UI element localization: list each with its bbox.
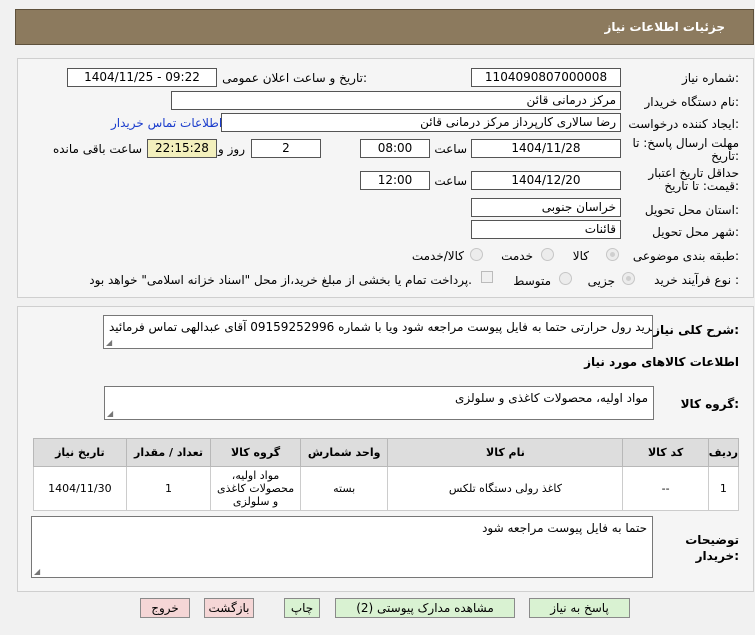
col-name: نام کالا (387, 438, 624, 467)
need-number-label: شماره نیاز: (681, 71, 739, 85)
print-button[interactable]: چاپ (284, 598, 320, 618)
goods-info-title: اطلاعات کالاهای مورد نیاز (584, 355, 739, 369)
col-code: کد کالا (622, 438, 709, 467)
goods-table: ردیف کد کالا نام کالا واحد شمارش گروه کا… (33, 438, 740, 511)
buyer-notes-textarea[interactable]: حتما به فایل پیوست مراجعه شود ◢ (31, 516, 653, 578)
days-field: 2 (251, 139, 321, 158)
col-row: ردیف (707, 438, 740, 467)
cell-qty: 1 (125, 466, 212, 511)
goods-table-header: ردیف کد کالا نام کالا واحد شمارش گروه کا… (33, 438, 740, 467)
back-button[interactable]: بازگشت (204, 598, 254, 618)
creator-field: رضا سالاری کارپرداز مرکز درمانی قائن (221, 113, 621, 132)
validity-time-field: 12:00 (360, 171, 430, 190)
deadline-time-label: ساعت (434, 142, 467, 156)
cell-code: -- (622, 466, 709, 511)
category-goods-radio[interactable] (606, 248, 619, 261)
remaining-label: ساعت باقی مانده (52, 142, 142, 156)
remaining-time-field: 22:15:28 (147, 139, 217, 158)
need-description-textarea[interactable]: خرید رول حرارتی حتما به فایل پیوست مراجع… (103, 315, 653, 349)
col-group: گروه کالا (210, 438, 301, 467)
city-label: شهر محل تحویل: (652, 225, 739, 239)
view-attachments-button[interactable]: مشاهده مدارک پیوستی (2) (335, 598, 515, 618)
page-header: جزئیات اطلاعات نیاز (15, 9, 754, 45)
category-label: طبقه بندی موضوعی: (632, 249, 739, 263)
deadline-label: مهلت ارسال پاسخ: تا تاریخ: (632, 136, 739, 163)
col-date: تاریخ نیاز (33, 438, 127, 467)
category-both-label: کالا/خدمت (411, 249, 464, 263)
cell-date: 1404/11/30 (33, 466, 127, 511)
province-field: خراسان جنوبی (471, 198, 621, 217)
cell-row: 1 (707, 466, 740, 511)
cell-group: مواد اولیه، محصولات کاغذی و سلولزی (210, 466, 301, 511)
need-description-label: شرح کلی نیاز: (653, 323, 739, 337)
purchase-minor-label: جزیی (587, 274, 615, 288)
goods-group-text: مواد اولیه، محصولات کاغذی و سلولزی (454, 391, 648, 405)
cell-unit: بسته (299, 466, 389, 511)
purchase-type-label: نوع فرآیند خرید : (654, 273, 739, 287)
province-label: استان محل تحویل: (644, 203, 739, 217)
days-label: روز و (218, 142, 245, 156)
purchase-medium-radio[interactable] (559, 272, 572, 285)
city-field: قائنات (471, 220, 621, 239)
creator-label: ایجاد کننده درخواست: (628, 117, 739, 131)
table-row: 1 -- کاغذ رولی دستگاه تلکس بسته مواد اول… (33, 466, 740, 511)
category-service-radio[interactable] (541, 248, 554, 261)
buyer-notes-label: توضیحات خریدار: (685, 533, 739, 563)
buyer-org-field: مرکز درمانی قائن (171, 91, 621, 110)
purchase-medium-label: متوسط (513, 274, 551, 288)
resize-grip-icon: ◢ (34, 567, 41, 576)
treasury-payment-checkbox[interactable] (481, 271, 493, 283)
category-both-radio[interactable] (470, 248, 483, 261)
need-number-field: 1104090807000008 (471, 68, 621, 87)
page-title: جزئیات اطلاعات نیاز (604, 20, 725, 34)
deadline-date-field: 1404/11/28 (471, 139, 621, 158)
validity-time-label: ساعت (434, 174, 467, 188)
resize-grip-icon: ◢ (106, 338, 113, 347)
buyer-contact-link[interactable]: اطلاعات تماس خریدار (111, 116, 222, 130)
purchase-minor-radio[interactable] (622, 272, 635, 285)
deadline-time-field: 08:00 (360, 139, 430, 158)
cell-name: کاغذ رولی دستگاه تلکس (387, 466, 624, 511)
goods-group-label: گروه کالا: (680, 397, 739, 411)
buyer-notes-text: حتما به فایل پیوست مراجعه شود (482, 521, 647, 535)
announce-label: تاریخ و ساعت اعلان عمومی: (222, 71, 367, 85)
validity-label: حداقل تاریخ اعتبار قیمت: تا تاریخ: (648, 166, 739, 193)
need-description-text: خرید رول حرارتی حتما به فایل پیوست مراجع… (109, 320, 653, 334)
treasury-payment-note: پرداخت تمام یا بخشی از مبلغ خرید،از محل … (89, 273, 472, 287)
category-service-label: خدمت (501, 249, 533, 263)
validity-date-field: 1404/12/20 (471, 171, 621, 190)
col-unit: واحد شمارش (299, 438, 389, 467)
reply-to-need-button[interactable]: پاسخ به نیاز (529, 598, 630, 618)
announce-field: 1404/11/25 - 09:22 (67, 68, 217, 87)
buyer-org-label: نام دستگاه خریدار: (644, 95, 740, 109)
exit-button[interactable]: خروج (140, 598, 190, 618)
resize-grip-icon: ◢ (107, 409, 114, 418)
category-goods-label: کالا (572, 249, 589, 263)
col-qty: تعداد / مقدار (125, 438, 212, 467)
goods-group-textarea[interactable]: مواد اولیه، محصولات کاغذی و سلولزی ◢ (104, 386, 654, 420)
